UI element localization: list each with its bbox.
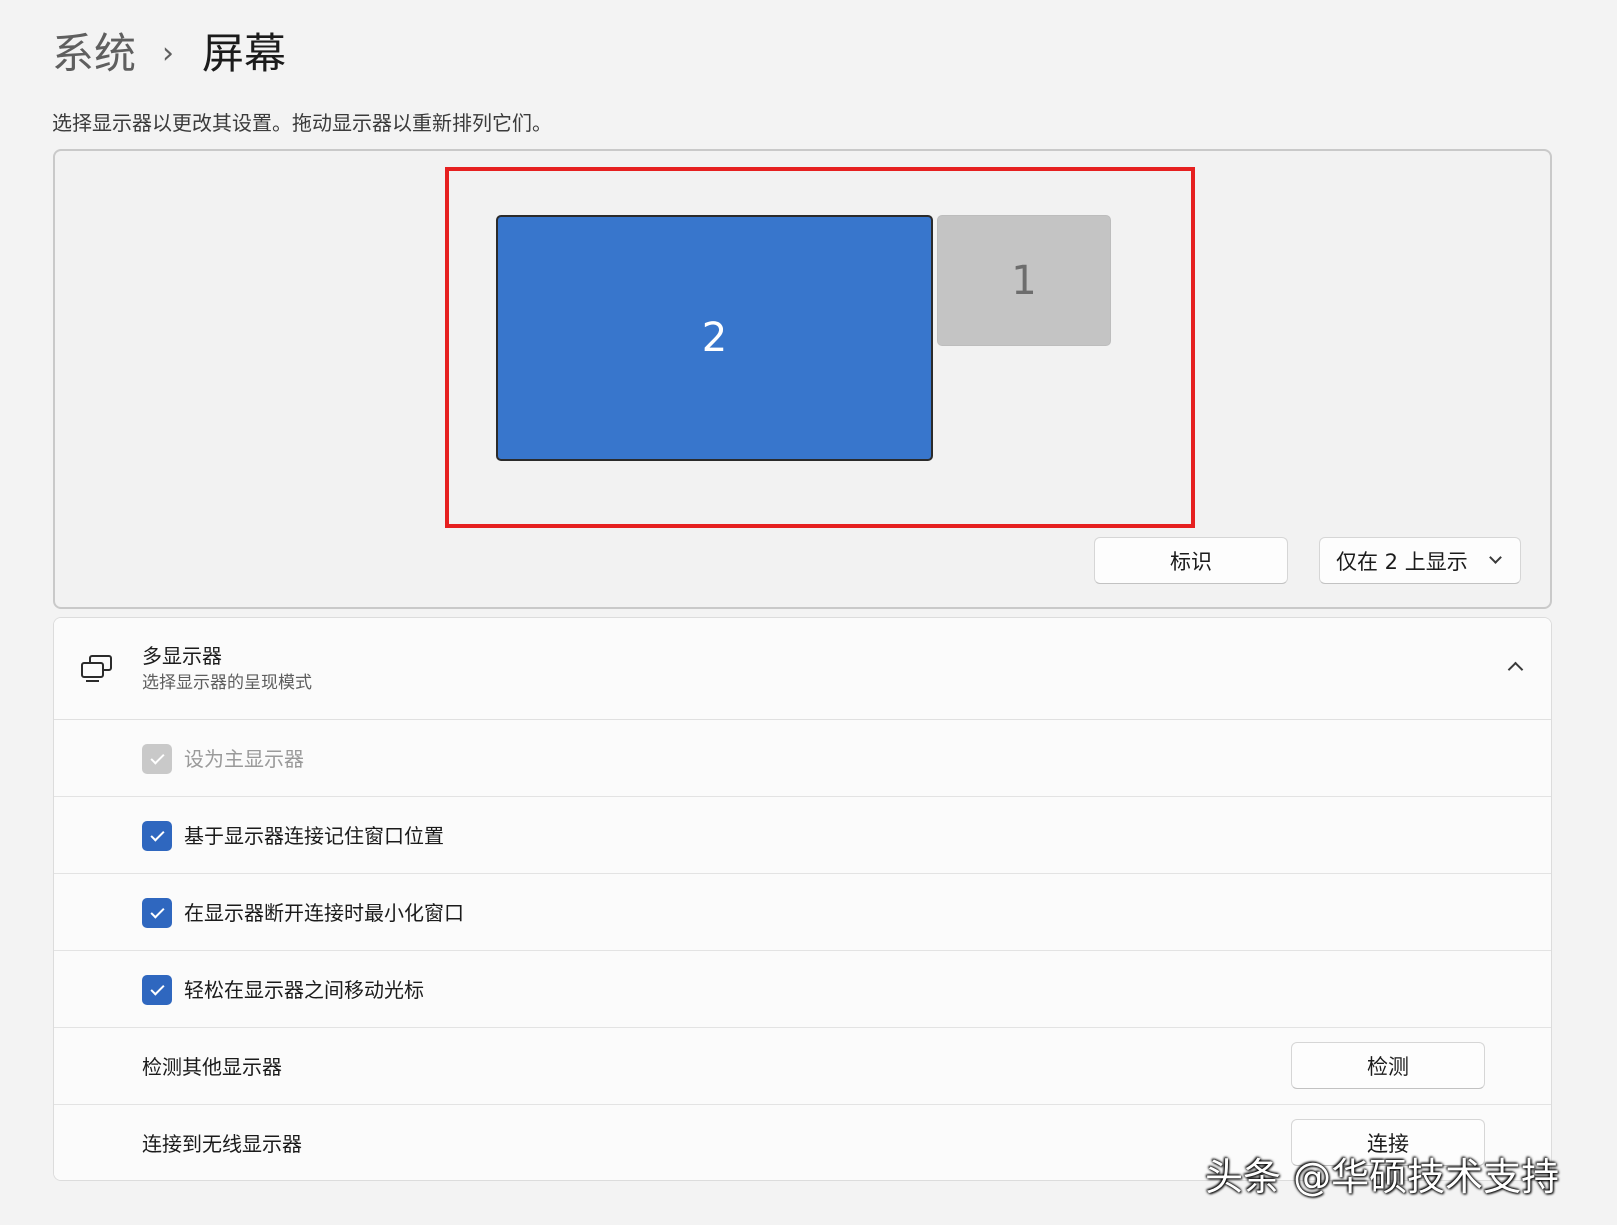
monitor-1[interactable]: 1 <box>937 215 1111 346</box>
watermark: 头条 @华硕技术支持 <box>1205 1155 1560 1199</box>
wireless-display-label: 连接到无线显示器 <box>142 1132 302 1156</box>
checkbox-remember-window-positions[interactable] <box>142 821 172 851</box>
option-label[interactable]: 基于显示器连接记住窗口位置 <box>184 821 444 851</box>
option-row-primary: 设为主显示器 <box>54 720 1551 797</box>
breadcrumb: 系统 › 屏幕 <box>52 26 286 82</box>
checkbox-ease-cursor-movement[interactable] <box>142 975 172 1005</box>
display-mode-dropdown[interactable]: 仅在 2 上显示 <box>1319 537 1521 584</box>
multi-display-subtitle: 选择显示器的呈现模式 <box>142 673 312 693</box>
multi-display-title: 多显示器 <box>142 644 222 668</box>
checkbox-minimize-on-disconnect[interactable] <box>142 898 172 928</box>
option-label[interactable]: 轻松在显示器之间移动光标 <box>184 975 424 1005</box>
identify-button[interactable]: 标识 <box>1094 537 1288 584</box>
option-label[interactable]: 在显示器断开连接时最小化窗口 <box>184 898 464 928</box>
option-row-minimize-windows: 在显示器断开连接时最小化窗口 <box>54 874 1551 951</box>
chevron-down-icon <box>1489 551 1502 564</box>
chevron-up-icon[interactable] <box>1507 661 1524 678</box>
breadcrumb-chevron-icon: › <box>162 36 175 71</box>
detect-displays-label: 检测其他显示器 <box>142 1055 282 1079</box>
option-row-move-cursor: 轻松在显示器之间移动光标 <box>54 951 1551 1028</box>
monitor-1-number: 1 <box>1011 257 1037 304</box>
multi-display-panel: 多显示器 选择显示器的呈现模式 设为主显示器 基于显示器连接记住窗口位置 在显示… <box>53 617 1552 1181</box>
option-label: 设为主显示器 <box>184 747 304 771</box>
checkmark-icon <box>149 981 165 996</box>
detect-button[interactable]: 检测 <box>1291 1042 1485 1089</box>
arrange-instruction: 选择显示器以更改其设置。拖动显示器以重新排列它们。 <box>52 111 552 135</box>
page-title: 屏幕 <box>202 29 287 78</box>
display-arrangement-panel: 2 1 标识 仅在 2 上显示 <box>53 149 1552 609</box>
checkmark-icon <box>149 750 165 765</box>
monitor-2[interactable]: 2 <box>496 215 933 461</box>
checkmark-icon <box>149 904 165 919</box>
detect-displays-row: 检测其他显示器 检测 <box>54 1028 1551 1105</box>
option-row-remember-windows: 基于显示器连接记住窗口位置 <box>54 797 1551 874</box>
multi-display-header[interactable]: 多显示器 选择显示器的呈现模式 <box>54 618 1551 720</box>
checkbox-primary-display <box>142 744 172 774</box>
monitor-2-number: 2 <box>701 315 728 361</box>
multi-monitor-icon <box>81 655 112 682</box>
breadcrumb-parent[interactable]: 系统 <box>52 26 136 82</box>
checkmark-icon <box>149 827 165 842</box>
display-mode-value: 仅在 2 上显示 <box>1336 549 1468 574</box>
